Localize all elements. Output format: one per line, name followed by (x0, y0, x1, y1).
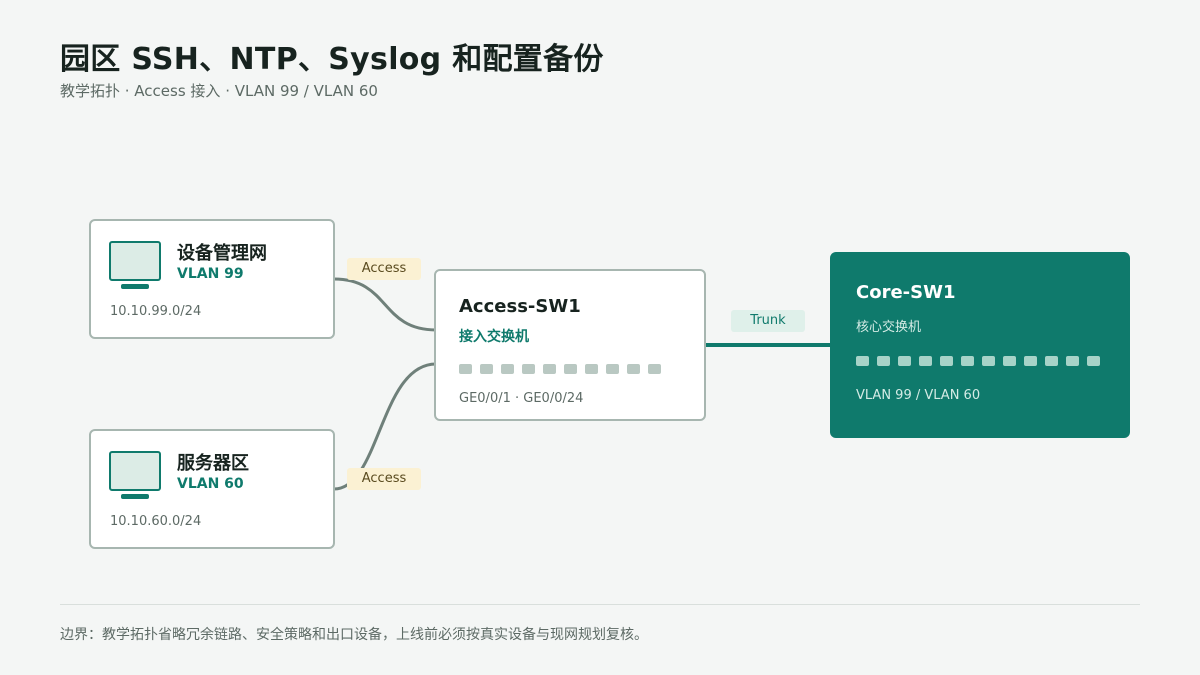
access-switch-role: 接入交换机 (459, 329, 529, 345)
switch-port (1087, 356, 1100, 366)
core-switch-vlans: VLAN 99 / VLAN 60 (856, 388, 981, 403)
switch-port (898, 356, 911, 366)
switch-port (877, 356, 890, 366)
switch-port (961, 356, 974, 366)
switch-port (1066, 356, 1079, 366)
switch-port (501, 364, 514, 374)
core-switch-name: Core-SW1 (856, 282, 956, 303)
link-label-uplink: Trunk (731, 310, 805, 332)
footer-divider (60, 604, 1140, 605)
switch-port (459, 364, 472, 374)
host-name: 设备管理网 (177, 243, 267, 264)
link-label-mgmt: Access (347, 258, 421, 280)
switch-port (1024, 356, 1037, 366)
host-subnet: 10.10.99.0/24 (110, 304, 202, 319)
switch-port (856, 356, 869, 366)
switch-port (543, 364, 556, 374)
switch-port (1045, 356, 1058, 366)
host-vlan: VLAN 60 (177, 476, 244, 492)
access-switch-ports (459, 364, 661, 374)
link-mgmt-to-access (333, 277, 437, 332)
access-switch-interfaces: GE0/0/1 · GE0/0/24 (459, 391, 584, 406)
link-label-server: Access (347, 468, 421, 490)
switch-port (606, 364, 619, 374)
host-card-mgmt[interactable]: 设备管理网 VLAN 99 10.10.99.0/24 (89, 219, 335, 339)
switch-port (564, 364, 577, 374)
access-switch-card[interactable]: Access-SW1 接入交换机 GE0/0/1 · GE0/0/24 (434, 269, 706, 421)
monitor-icon (109, 451, 161, 499)
switch-port (480, 364, 493, 374)
core-switch-role: 核心交换机 (856, 320, 922, 335)
host-card-server[interactable]: 服务器区 VLAN 60 10.10.60.0/24 (89, 429, 335, 549)
switch-port (648, 364, 661, 374)
switch-port (522, 364, 535, 374)
footer-note: 边界：教学拓扑省略冗余链路、安全策略和出口设备，上线前必须按真实设备与现网规划复… (60, 627, 648, 643)
switch-port (982, 356, 995, 366)
monitor-icon (109, 241, 161, 289)
access-switch-name: Access-SW1 (459, 296, 581, 317)
switch-port (919, 356, 932, 366)
host-vlan: VLAN 99 (177, 266, 244, 282)
host-name: 服务器区 (177, 453, 249, 474)
core-switch-ports (856, 356, 1100, 366)
switch-port (585, 364, 598, 374)
switch-port (627, 364, 640, 374)
switch-port (1003, 356, 1016, 366)
switch-port (940, 356, 953, 366)
core-switch-card[interactable]: Core-SW1 核心交换机 VLAN 99 / VLAN 60 (830, 252, 1130, 438)
host-subnet: 10.10.60.0/24 (110, 514, 202, 529)
